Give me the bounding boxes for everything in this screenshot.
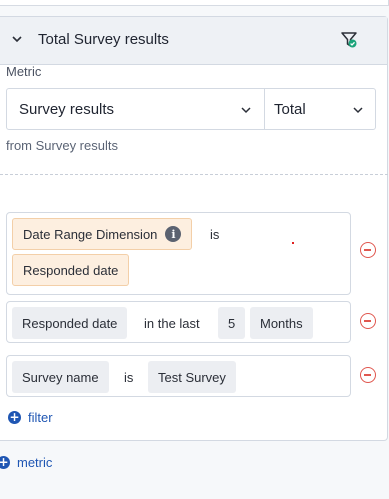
filter-card: Responded date in the last 5 Months <box>6 301 351 343</box>
filter-card: Date Range Dimension i is Responded date <box>6 212 351 295</box>
info-icon[interactable]: i <box>165 226 182 242</box>
remove-filter-icon[interactable] <box>360 313 376 329</box>
plus-icon: + <box>8 410 21 424</box>
section-divider <box>0 174 388 175</box>
metric-select-group: Survey results Total <box>6 88 376 130</box>
panel-title: Total Survey results <box>38 31 169 48</box>
filter-operator: in the last <box>144 316 200 331</box>
add-filter-label: filter <box>28 410 53 425</box>
remove-filter-icon[interactable] <box>360 367 376 383</box>
filter-dimension-chip[interactable]: Date Range Dimension i <box>12 218 193 250</box>
metric-source-text: from Survey results <box>6 138 118 153</box>
cursor-dot <box>292 242 294 244</box>
metric-select[interactable]: Survey results <box>7 89 265 129</box>
filter-unit-label: Months <box>260 315 303 331</box>
filter-operator: is <box>124 370 134 385</box>
filter-operator: is <box>210 227 220 242</box>
chevron-down-icon <box>241 107 251 114</box>
filter-check-icon[interactable] <box>340 31 358 49</box>
add-metric-label: metric <box>17 455 53 470</box>
metric-label: Metric <box>6 64 42 79</box>
filter-value-label: Test Survey <box>158 369 226 385</box>
add-metric-button[interactable]: + metric <box>0 455 52 470</box>
remove-filter-icon[interactable] <box>360 242 376 258</box>
filter-dimension-label: Survey name <box>22 369 99 385</box>
filter-value-chip[interactable]: Responded date <box>12 254 130 286</box>
filter-dimension-label: Date Range Dimension <box>23 226 158 242</box>
previous-panel-edge <box>0 0 389 6</box>
filter-value-chip[interactable]: Test Survey <box>148 361 236 393</box>
chevron-down-icon <box>353 107 363 114</box>
metric-select-value: Survey results <box>19 101 115 118</box>
filter-card: Survey name is Test Survey <box>6 355 351 397</box>
filter-amount-chip[interactable]: 5 <box>218 307 246 339</box>
panel-header[interactable]: Total Survey results <box>0 17 387 65</box>
filter-unit-chip[interactable]: Months <box>250 307 313 339</box>
aggregation-select[interactable]: Total <box>265 89 375 129</box>
filter-dimension-chip[interactable]: Survey name <box>12 361 109 393</box>
filter-value-label: Responded date <box>23 262 119 278</box>
aggregation-select-value: Total <box>274 101 306 118</box>
add-filter-button[interactable]: + filter <box>8 410 53 425</box>
filter-dimension-chip[interactable]: Responded date <box>12 307 128 339</box>
filter-dimension-label: Responded date <box>22 315 118 331</box>
filter-amount-label: 5 <box>228 315 236 331</box>
chevron-down-icon[interactable] <box>12 34 22 44</box>
plus-icon: + <box>0 456 10 469</box>
